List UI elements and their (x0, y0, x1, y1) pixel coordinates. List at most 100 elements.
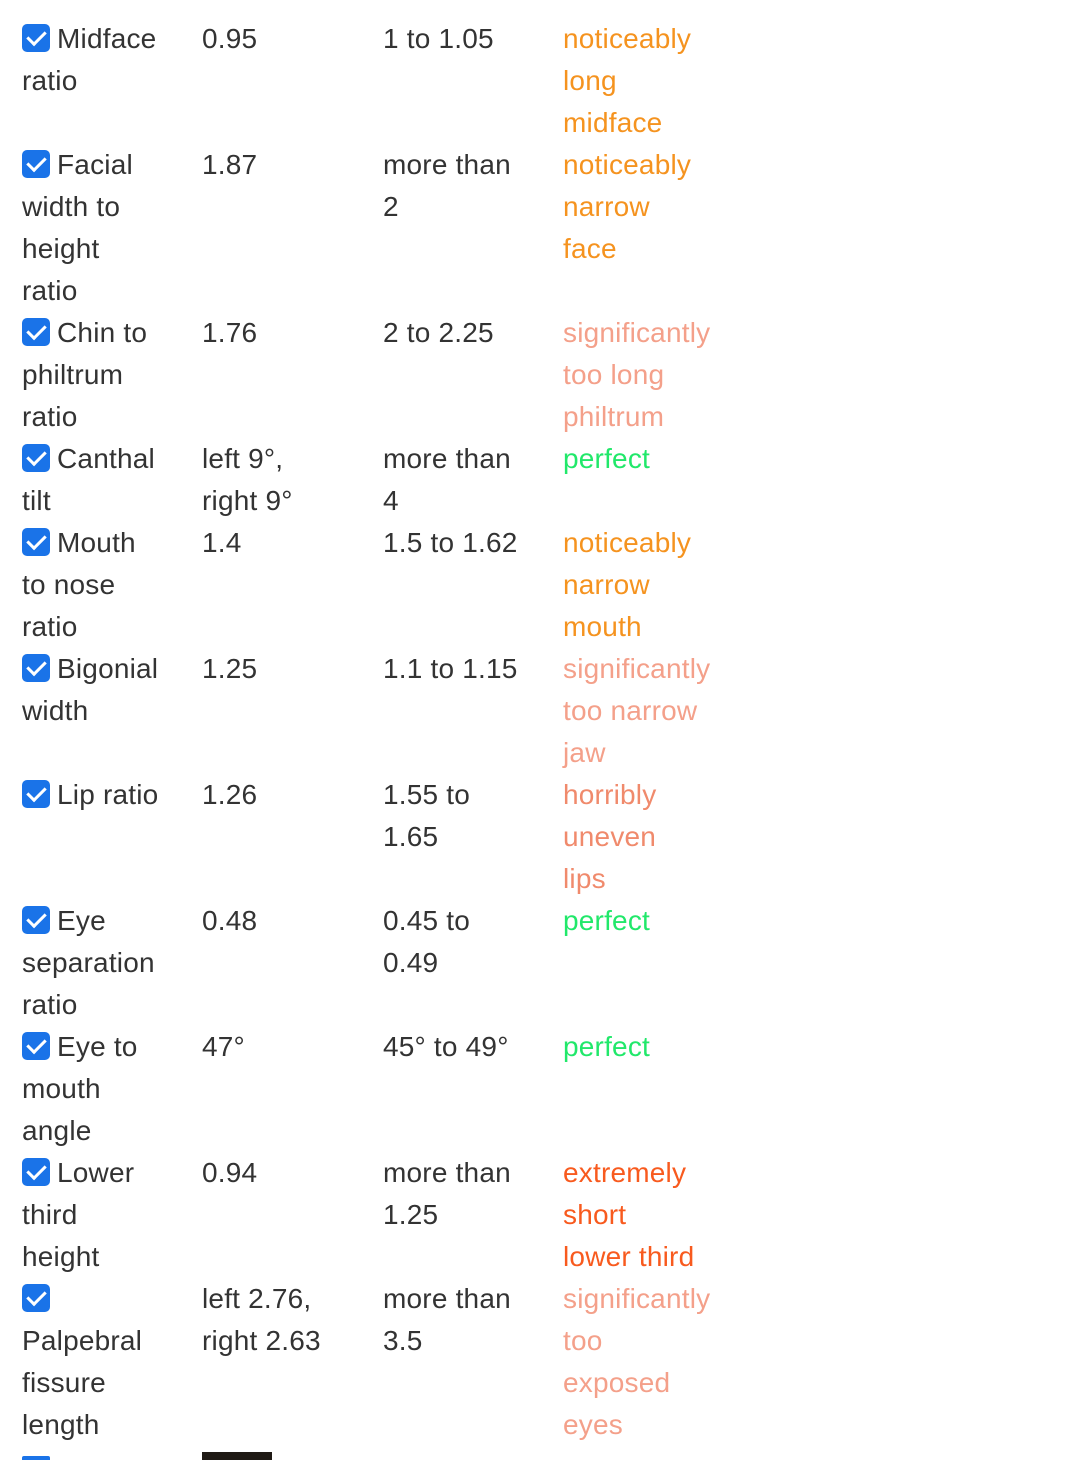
metric-ideal-range-line: 3.5 (383, 1325, 423, 1356)
metric-name-line: Midface (22, 18, 187, 60)
checkbox-checked-icon[interactable] (22, 318, 50, 346)
metric-ideal-range: 1.1 to 1.15 (383, 648, 543, 690)
metric-value-line: left 2.76, (202, 1283, 312, 1314)
metric-value: 47° (202, 1026, 362, 1068)
metric-ideal-range: 45° to 49° (383, 1026, 543, 1068)
metric-value: 0.94 (202, 1152, 362, 1194)
metric-name: Canthal tilt (22, 438, 187, 522)
metric-verdict-line: too narrow (563, 695, 698, 726)
metric-verdict-line: uneven (563, 821, 657, 852)
metric-verdict-line: horribly (563, 779, 657, 810)
metric-name-line: height (22, 1241, 100, 1272)
metric-verdict-line: too long (563, 359, 665, 390)
metric-name-text: Midface (57, 23, 157, 54)
metric-name-text: Eye to (57, 1031, 138, 1062)
metric-ideal-range: 1.5 to 1.62 (383, 522, 543, 564)
metric-value: left 9°, right 9° (202, 438, 362, 522)
metric-verdict-line: eyes (563, 1409, 623, 1440)
metric-verdict-line: short (563, 1199, 627, 1230)
metric-value: 1.25 (202, 648, 362, 690)
metric-name-text: Mouth (57, 527, 136, 558)
metric-verdict-line: narrow (563, 191, 650, 222)
checkbox-checked-icon[interactable] (22, 1032, 50, 1060)
metric-ideal-range-line: 2 (383, 191, 399, 222)
checkbox-checked-icon[interactable] (22, 1158, 50, 1186)
checkbox-checked-icon[interactable] (22, 24, 50, 52)
checkbox-checked-icon[interactable] (22, 150, 50, 178)
metric-ideal-range: more than 3.5 (383, 1278, 543, 1362)
metric-value-line: 1.4 (202, 527, 242, 558)
metric-name-text: Canthal (57, 443, 155, 474)
metric-ideal-range: more than 1.25 (383, 1152, 543, 1236)
checkbox-checked-icon[interactable] (22, 906, 50, 934)
metric-value-line: 0.95 (202, 23, 258, 54)
metric-ideal-range-line: more than (383, 149, 511, 180)
metric-ideal-range-line: 4 (383, 485, 399, 516)
metric-verdict-line: face (563, 233, 617, 264)
metric-verdict-line: noticeably (563, 23, 692, 54)
metric-ideal-range-line: 1.1 to 1.15 (383, 653, 518, 684)
metric-verdict-line: philtrum (563, 401, 665, 432)
metric-name-line: ratio (22, 989, 78, 1020)
metric-ideal-range: more than 2 (383, 144, 543, 228)
metric-verdict-line: significantly (563, 653, 711, 684)
metric-ideal-range: 0.45 to 0.49 (383, 900, 543, 984)
metric-name-text: Facial (57, 149, 133, 180)
metric-verdict: perfect (563, 900, 763, 942)
metric-name-line: separation (22, 947, 155, 978)
checkbox-checked-icon[interactable] (22, 1284, 50, 1312)
metric-name-line: Canthal (22, 438, 187, 480)
metric-ideal-range: 1 to 1.05 (383, 18, 543, 60)
metric-name-line: Palpebral (22, 1325, 143, 1356)
metric-verdict: significantly too narrow jaw (563, 648, 763, 774)
metric-value: 1.4 (202, 522, 362, 564)
metric-name: Chin to philtrum ratio (22, 312, 187, 438)
metric-name-text: Lower (57, 1157, 135, 1188)
metric-verdict: perfect (563, 438, 763, 480)
metric-ideal-range-line: 1 to 1.05 (383, 23, 494, 54)
metric-name: Bigonial width (22, 648, 187, 732)
checkbox-partially-visible[interactable] (22, 1456, 50, 1460)
metric-value: 1.76 (202, 312, 362, 354)
metric-value: left 2.76, right 2.63 (202, 1278, 362, 1362)
metric-ideal-range-line: 45° to 49° (383, 1031, 509, 1062)
checkbox-checked-icon[interactable] (22, 780, 50, 808)
metric-ideal-range-line: more than (383, 1283, 511, 1314)
metric-verdict-line: jaw (563, 737, 606, 768)
metric-name: Eye separation ratio (22, 900, 187, 1026)
metric-verdict: noticeably narrow face (563, 144, 763, 270)
metric-value-line: 1.26 (202, 779, 258, 810)
metric-value: 1.87 (202, 144, 362, 186)
metric-verdict: perfect (563, 1026, 763, 1068)
metric-name-line: third (22, 1199, 78, 1230)
metric-verdict: significantly too exposed eyes (563, 1278, 763, 1446)
metric-ideal-range-line: 0.49 (383, 947, 439, 978)
metric-value-line: left 9°, (202, 443, 284, 474)
metric-ideal-range: more than 4 (383, 438, 543, 522)
metric-name-line (22, 1278, 187, 1320)
metric-name-line: ratio (22, 401, 78, 432)
metric-verdict-line: significantly (563, 1283, 711, 1314)
metric-verdict: horribly uneven lips (563, 774, 763, 900)
metric-ideal-range: 2 to 2.25 (383, 312, 543, 354)
metric-name: Midface ratio (22, 18, 187, 102)
metric-name-line: ratio (22, 275, 78, 306)
checkbox-checked-icon[interactable] (22, 654, 50, 682)
checkbox-checked-icon[interactable] (22, 444, 50, 472)
metric-verdict: significantly too long philtrum (563, 312, 763, 438)
metric-value-line: 47° (202, 1031, 245, 1062)
metric-verdict-line: noticeably (563, 149, 692, 180)
checkbox-checked-icon[interactable] (22, 528, 50, 556)
metric-name-line: width (22, 695, 89, 726)
metric-verdict-line: perfect (563, 443, 650, 474)
metric-name: Eye to mouth angle (22, 1026, 187, 1152)
metric-value-line: 1.25 (202, 653, 258, 684)
metric-verdict-line: extremely (563, 1157, 687, 1188)
metric-ideal-range-line: 1.5 to 1.62 (383, 527, 518, 558)
metric-value: 1.26 (202, 774, 362, 816)
metric-verdict-line: too (563, 1325, 603, 1356)
metric-name: Mouth to nose ratio (22, 522, 187, 648)
metric-verdict: extremely short lower third (563, 1152, 763, 1278)
metric-value-line: 0.48 (202, 905, 258, 936)
metric-name-line: Lower (22, 1152, 187, 1194)
